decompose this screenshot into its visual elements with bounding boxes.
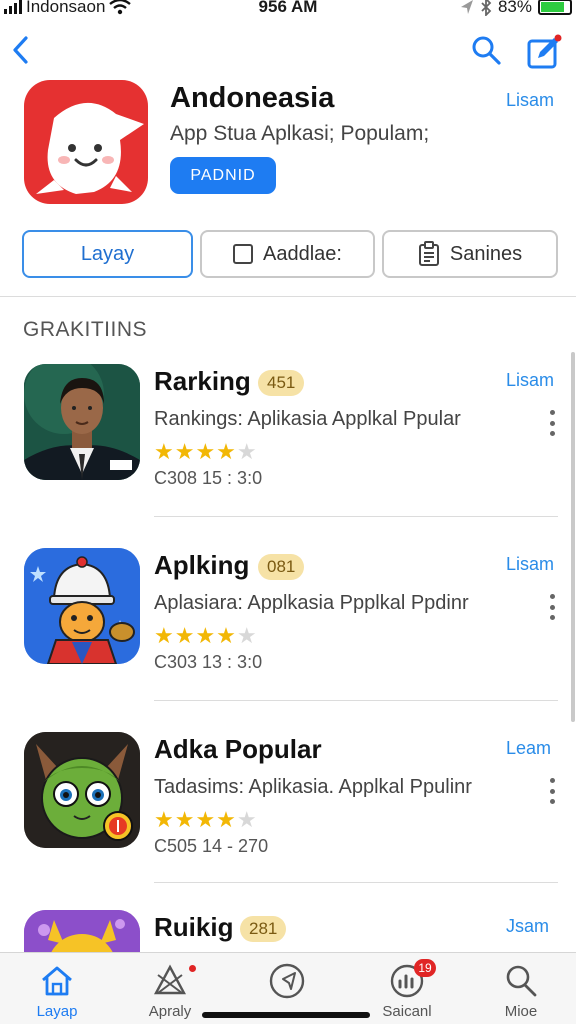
rank-badge: 451: [258, 370, 305, 396]
segment-layay[interactable]: Layay: [22, 230, 193, 278]
app-thumbnail: [24, 732, 140, 848]
section-title: GRAKITIINS: [23, 318, 148, 341]
row-link[interactable]: Lisam: [506, 554, 554, 575]
app-name: Adka Popular: [154, 734, 322, 764]
tab-mioe[interactable]: Mioe: [466, 953, 576, 1024]
segment-label: Sanines: [449, 242, 523, 265]
battery-percent: 83%: [497, 0, 532, 16]
notification-badge: 19: [414, 959, 436, 977]
search-icon: [506, 965, 537, 997]
app-icon: [24, 80, 148, 204]
app-meta: C303 13 : 3:0: [154, 652, 263, 672]
row-link[interactable]: Lisam: [506, 370, 554, 391]
home-indicator: [202, 1012, 370, 1018]
rating-stars: ★★★★★: [154, 439, 258, 464]
divider: [154, 882, 558, 883]
app-name: Rarking: [154, 366, 251, 396]
status-bar: Indonsaon 956 AM 83%: [0, 0, 576, 18]
app-meta: C308 15 : 3:0: [154, 468, 263, 488]
search-icon[interactable]: [470, 34, 502, 66]
tab-layap[interactable]: Layap: [2, 953, 112, 1024]
bluetooth-icon: [481, 0, 492, 16]
list-item[interactable]: Rarking 451 Rankings: Aplikasia Applkal …: [0, 364, 576, 544]
edit-icon[interactable]: [526, 34, 562, 70]
app-title: Andoneasia: [170, 82, 335, 114]
rank-badge: 281: [240, 916, 287, 942]
segment-aaddlae[interactable]: Aaddlae:: [200, 230, 375, 278]
app-name: Ruikig: [154, 912, 234, 942]
location-icon: [460, 0, 473, 14]
divider: [154, 700, 558, 701]
status-right: 83%: [460, 0, 572, 17]
checkbox-icon: [233, 244, 254, 264]
list-item[interactable]: Ruikig 281 Jsam: [0, 910, 576, 952]
segment-label: Aaddlae:: [263, 242, 342, 265]
app-thumbnail: [24, 364, 140, 480]
chevron-left-icon[interactable]: [6, 32, 34, 68]
app-description: Aplasiara: Applkasia Ppplkal Ppdinr: [154, 592, 469, 614]
tab-label: Mioe: [504, 1003, 538, 1020]
app-subtitle: App Stua Aplkasi; Populam;: [170, 122, 430, 145]
rating-stars: ★★★★★: [154, 623, 258, 648]
tab-label: Layap: [36, 1003, 78, 1020]
list-item[interactable]: Adka Popular Tadasims: Aplikasia. Applka…: [0, 732, 576, 912]
more-options-icon[interactable]: [546, 594, 558, 620]
more-options-icon[interactable]: [546, 778, 558, 804]
segment-label: Layay: [80, 242, 135, 265]
battery-icon: [538, 0, 572, 15]
divider: [154, 516, 558, 517]
navigation-bar: [0, 28, 576, 72]
hero-link[interactable]: Lisam: [506, 90, 554, 111]
list-item[interactable]: Aplking 081 Aplasiara: Applkasia Ppplkal…: [0, 548, 576, 728]
app-name: Aplking: [154, 550, 250, 580]
clipboard-icon: [418, 241, 439, 266]
rank-badge: 081: [258, 554, 305, 580]
row-link[interactable]: Jsam: [506, 916, 549, 937]
segment-sanines[interactable]: Sanines: [382, 230, 558, 278]
scrollbar[interactable]: [571, 352, 575, 722]
apps-icon: [153, 964, 187, 995]
app-meta: C505 14 - 270: [154, 836, 269, 856]
app-thumbnail: [24, 548, 140, 664]
notification-dot: [189, 965, 196, 972]
navigation-icon: [269, 963, 305, 999]
get-button[interactable]: PADNID: [170, 157, 276, 194]
row-link[interactable]: Leam: [506, 738, 551, 759]
app-description: Rankings: Aplikasia Applkal Ppular: [154, 408, 461, 430]
app-description: Tadasims: Aplikasia. Applkal Ppulinr: [154, 776, 472, 798]
app-thumbnail: [24, 910, 140, 952]
rating-stars: ★★★★★: [154, 807, 258, 832]
divider: [0, 296, 576, 297]
more-options-icon[interactable]: [546, 410, 558, 436]
home-icon: [42, 966, 72, 996]
